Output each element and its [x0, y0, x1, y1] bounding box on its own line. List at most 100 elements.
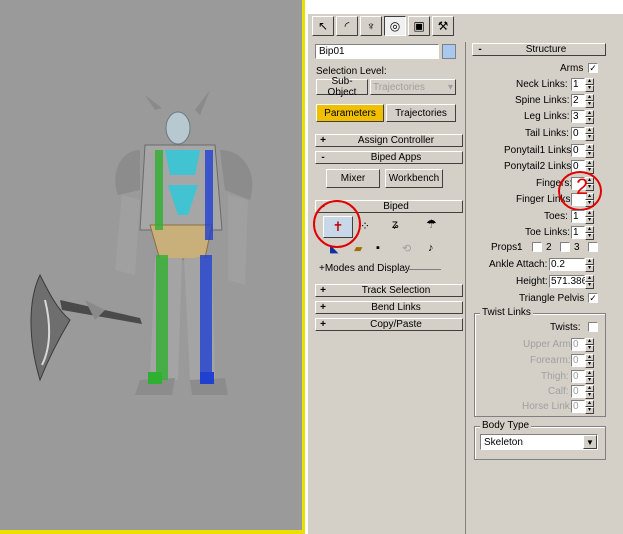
spinner-down-icon[interactable]: ▾: [585, 361, 594, 368]
mixer-button[interactable]: Mixer: [326, 169, 380, 188]
toe-links-value[interactable]: 1: [571, 226, 585, 239]
modify-tab-icon[interactable]: ◜: [336, 16, 358, 36]
move-all-mode-icon[interactable]: ♪: [428, 242, 434, 254]
ponytail1-links-value[interactable]: 0: [571, 144, 585, 157]
height-spinner[interactable]: 571.386 ▴ ▾: [549, 275, 594, 289]
prop3-checkbox[interactable]: [588, 242, 598, 252]
chevron-down-icon[interactable]: ▼: [583, 435, 597, 449]
twists-checkbox[interactable]: [588, 322, 598, 332]
mixer-mode-icon[interactable]: ☂: [426, 217, 437, 231]
spinner-up-icon[interactable]: ▴: [585, 275, 594, 282]
leg-links-value[interactable]: 3: [571, 110, 585, 123]
rollout-title: Assign Controller: [357, 135, 435, 146]
upper-arm-value[interactable]: 0: [571, 338, 585, 351]
upper-arm-spinner[interactable]: 0 ▴ ▾: [571, 338, 594, 352]
spine-links-spinner[interactable]: 2 ▴ ▾: [571, 94, 594, 108]
spinner-up-icon[interactable]: ▴: [585, 210, 594, 217]
toes-spinner[interactable]: 1 ▴ ▾: [571, 210, 594, 224]
forearm-value[interactable]: 0: [571, 354, 585, 367]
spinner-up-icon[interactable]: ▴: [585, 370, 594, 377]
hierarchy-tab-icon[interactable]: ♆: [360, 16, 382, 36]
spinner-down-icon[interactable]: ▾: [585, 117, 594, 124]
spinner-down-icon[interactable]: ▾: [585, 134, 594, 141]
copy-paste-rollout[interactable]: + Copy/Paste: [315, 318, 463, 331]
neck-links-spinner[interactable]: 1 ▴ ▾: [571, 78, 594, 92]
horse-link-spinner[interactable]: 0 ▴ ▾: [571, 400, 594, 414]
spinner-up-icon[interactable]: ▴: [585, 127, 594, 134]
thigh-spinner[interactable]: 0 ▴ ▾: [571, 370, 594, 384]
motion-tab-icon[interactable]: ◎: [384, 16, 406, 36]
spinner-down-icon[interactable]: ▾: [585, 392, 594, 399]
biped-apps-rollout[interactable]: - Biped Apps: [315, 151, 463, 164]
spinner-up-icon[interactable]: ▴: [585, 226, 594, 233]
spinner-down-icon[interactable]: ▾: [585, 377, 594, 384]
spinner-down-icon[interactable]: ▾: [585, 282, 594, 289]
spinner-up-icon[interactable]: ▴: [585, 110, 594, 117]
sub-object-dropdown[interactable]: Trajectories ▾: [370, 79, 456, 95]
spinner-down-icon[interactable]: ▾: [585, 265, 594, 272]
utilities-tab-icon[interactable]: ⚒: [432, 16, 454, 36]
toe-links-spinner[interactable]: 1 ▴ ▾: [571, 226, 594, 240]
spinner-up-icon[interactable]: ▴: [585, 94, 594, 101]
spinner-down-icon[interactable]: ▾: [585, 217, 594, 224]
calf-value[interactable]: 0: [571, 385, 585, 398]
forearm-spinner[interactable]: 0 ▴ ▾: [571, 354, 594, 368]
bend-links-rollout[interactable]: + Bend Links: [315, 301, 463, 314]
triangle-pelvis-checkbox[interactable]: ✓: [588, 293, 598, 303]
object-color-swatch[interactable]: [442, 44, 456, 59]
save-file-icon[interactable]: ▪: [376, 242, 380, 254]
motion-flow-icon[interactable]: ʑ: [392, 217, 399, 231]
toes-value[interactable]: 1: [571, 210, 585, 223]
spinner-down-icon[interactable]: ▾: [585, 233, 594, 240]
prop2-checkbox[interactable]: [560, 242, 570, 252]
spinner-down-icon[interactable]: ▾: [585, 345, 594, 352]
workbench-button[interactable]: Workbench: [385, 169, 443, 188]
spinner-up-icon[interactable]: ▴: [585, 144, 594, 151]
spinner-up-icon[interactable]: ▴: [585, 400, 594, 407]
spinner-down-icon[interactable]: ▾: [585, 85, 594, 92]
plus-icon: +: [320, 285, 326, 296]
footstep-mode-icon[interactable]: ⁘: [360, 219, 370, 233]
structure-rollout[interactable]: - Structure: [472, 43, 606, 56]
height-value[interactable]: 571.386: [549, 275, 587, 288]
character-model[interactable]: [0, 0, 305, 534]
spinner-down-icon[interactable]: ▾: [585, 407, 594, 414]
spinner-up-icon[interactable]: ▴: [585, 338, 594, 345]
load-file-icon[interactable]: ▰: [354, 242, 362, 255]
prop1-checkbox[interactable]: [532, 242, 542, 252]
ponytail1-links-spinner[interactable]: 0 ▴ ▾: [571, 144, 594, 158]
spinner-up-icon[interactable]: ▴: [585, 354, 594, 361]
display-tab-icon[interactable]: ▣: [408, 16, 430, 36]
command-panel: ↖ ◜ ♆ ◎ ▣ ⚒ Bip01 Selection Level: Sub-O…: [308, 14, 623, 534]
ankle-attach-value[interactable]: 0.2: [549, 258, 585, 271]
spinner-up-icon[interactable]: ▴: [585, 258, 594, 265]
spine-links-value[interactable]: 2: [571, 94, 585, 107]
spinner-down-icon[interactable]: ▾: [585, 151, 594, 158]
modes-and-display-label[interactable]: +Modes and Display: [319, 263, 410, 274]
neck-links-value[interactable]: 1: [571, 78, 585, 91]
track-selection-rollout[interactable]: + Track Selection: [315, 284, 463, 297]
perspective-viewport[interactable]: [0, 0, 305, 534]
spinner-up-icon[interactable]: ▴: [585, 160, 594, 167]
arms-checkbox[interactable]: ✓: [588, 63, 598, 73]
leg-links-spinner[interactable]: 3 ▴ ▾: [571, 110, 594, 124]
object-name-field[interactable]: Bip01: [315, 44, 439, 59]
spinner-up-icon[interactable]: ▴: [585, 385, 594, 392]
spinner-up-icon[interactable]: ▴: [585, 78, 594, 85]
trajectories-button[interactable]: Trajectories: [386, 104, 456, 122]
spinner-down-icon[interactable]: ▾: [585, 101, 594, 108]
assign-controller-rollout[interactable]: + Assign Controller: [315, 134, 463, 147]
horse-link-value[interactable]: 0: [571, 400, 585, 413]
tail-links-value[interactable]: 0: [571, 127, 585, 140]
calf-spinner[interactable]: 0 ▴ ▾: [571, 385, 594, 399]
parameters-button[interactable]: Parameters: [316, 104, 384, 122]
ankle-attach-label: Ankle Attach:: [489, 259, 548, 270]
ankle-attach-spinner[interactable]: 0.2 ▴ ▾: [549, 258, 594, 272]
height-label: Height:: [516, 276, 548, 287]
sub-object-button[interactable]: Sub-Object: [316, 76, 368, 98]
create-tab-icon[interactable]: ↖: [312, 16, 334, 36]
convert-icon[interactable]: ⟲: [402, 242, 411, 255]
body-type-dropdown[interactable]: Skeleton ▼: [480, 434, 598, 450]
tail-links-spinner[interactable]: 0 ▴ ▾: [571, 127, 594, 141]
thigh-value[interactable]: 0: [571, 370, 585, 383]
